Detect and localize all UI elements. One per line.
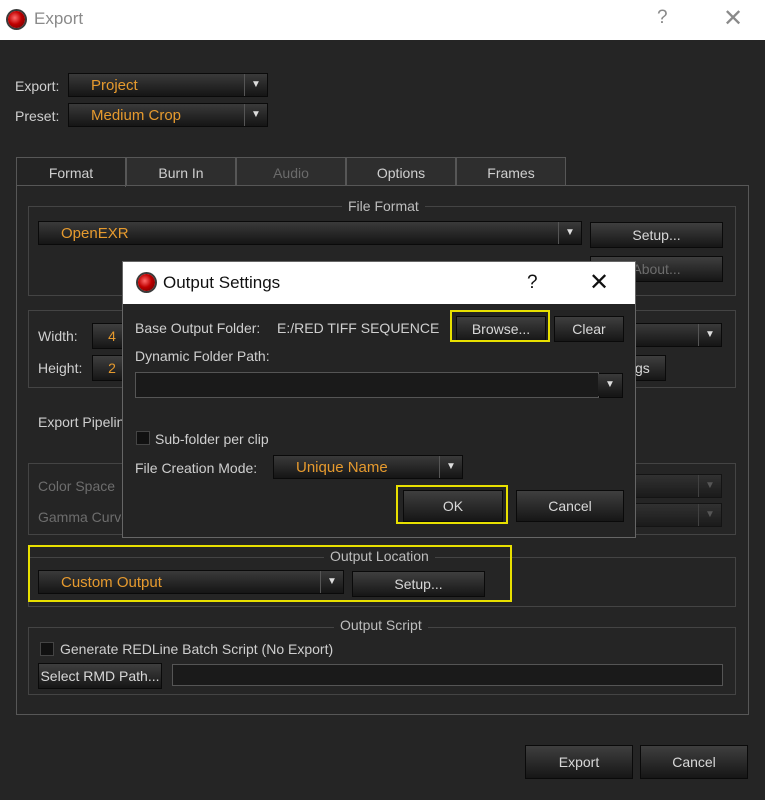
triangle-down-icon: ▼ [698,504,721,526]
preset-value: Medium Crop [91,107,182,124]
export-dropdown[interactable]: Project ▼ [68,73,268,97]
file-format-value: OpenEXR [61,225,129,242]
triangle-down-icon: ▼ [244,74,267,96]
help-icon[interactable]: ? [657,7,668,29]
cancel-button[interactable]: Cancel [640,745,748,779]
red-record-icon [138,274,155,291]
dialog-title: Output Settings [163,273,281,292]
tab-options[interactable]: Options [346,157,456,186]
triangle-down-icon: ▼ [244,104,267,126]
gamma-curve-label: Gamma Curve [38,509,130,525]
file-format-setup-button[interactable]: Setup... [590,222,723,248]
output-script-title: Output Script [334,617,428,633]
subfolder-per-clip-checkbox[interactable] [136,431,150,445]
dynamic-folder-path-label: Dynamic Folder Path: [135,348,270,364]
dimensions-dropdown[interactable]: ▼ [620,323,722,347]
preset-label: Preset: [15,108,60,124]
width-label: Width: [38,328,78,344]
window-title: Export [34,9,84,28]
ok-highlight [396,485,508,524]
color-space-dropdown: ▼ [620,474,722,498]
dynamic-folder-path-field[interactable] [135,372,599,398]
output-settings-dialog: Output Settings ? ✕ Base Output Folder: … [123,262,635,537]
base-output-folder-value: E:/RED TIFF SEQUENCE [277,320,440,336]
export-label: Export: [15,78,60,94]
subfolder-per-clip-label: Sub-folder per clip [155,431,269,447]
window-titlebar [0,0,765,40]
close-icon[interactable]: ✕ [589,268,609,297]
red-record-icon [8,11,25,28]
base-output-folder-label: Base Output Folder: [135,320,261,336]
export-button[interactable]: Export [525,745,633,779]
rmd-path-field[interactable] [172,664,723,686]
generate-batch-script-label: Generate REDLine Batch Script (No Export… [60,641,334,657]
triangle-down-icon: ▼ [439,456,462,478]
preset-dropdown[interactable]: Medium Crop ▼ [68,103,268,127]
triangle-down-icon: ▼ [698,324,721,346]
tab-frames[interactable]: Frames [456,157,566,186]
export-pipeline-label: Export Pipeline [38,414,133,430]
file-creation-mode-label: File Creation Mode: [135,460,258,476]
clear-button[interactable]: Clear [554,316,624,342]
export-value: Project [91,77,138,94]
height-label: Height: [38,360,83,376]
help-icon[interactable]: ? [527,272,538,294]
gamma-curve-dropdown: ▼ [620,503,722,527]
generate-batch-script-checkbox[interactable] [40,642,54,656]
triangle-down-icon: ▼ [698,475,721,497]
close-icon[interactable]: ✕ [723,4,743,33]
file-format-title: File Format [342,198,425,214]
file-format-dropdown[interactable]: OpenEXR ▼ [38,221,582,245]
dialog-cancel-button[interactable]: Cancel [516,490,624,522]
triangle-down-icon: ▼ [558,222,581,244]
output-location-highlight [28,545,512,602]
tab-burn-in[interactable]: Burn In [126,157,236,186]
file-creation-mode-value: Unique Name [296,459,388,476]
tab-audio: Audio [236,157,346,186]
tab-format[interactable]: Format [16,157,126,187]
triangle-down-icon: ▼ [598,374,622,396]
dynamic-folder-dropdown[interactable]: ▼ [598,373,623,398]
browse-highlight [450,310,550,342]
select-rmd-path-button[interactable]: Select RMD Path... [38,663,162,689]
color-space-label: Color Space [38,478,116,494]
file-creation-mode-dropdown[interactable]: Unique Name ▼ [273,455,463,479]
